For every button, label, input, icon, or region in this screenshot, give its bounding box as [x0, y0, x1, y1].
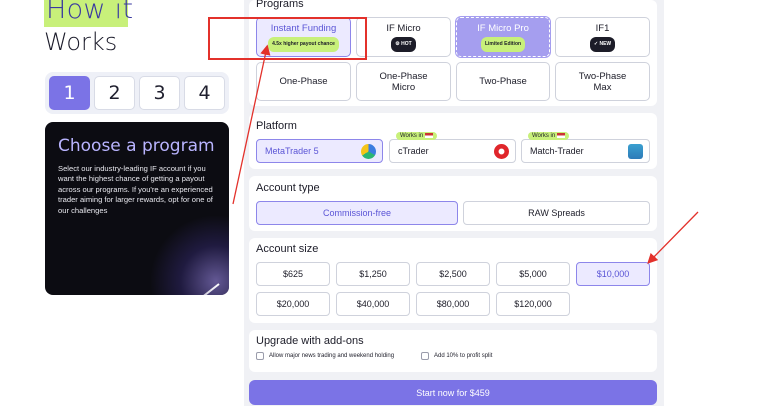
works-in-badge: Works in	[528, 132, 570, 141]
platform-label: MetaTrader 5	[265, 146, 319, 156]
platform-label: cTrader	[398, 146, 429, 156]
addon-label: Add 10% to profit split	[434, 353, 493, 359]
step-selector: 1 2 3 4	[45, 72, 229, 114]
platform-title: Platform	[256, 120, 297, 132]
account-size-80000[interactable]: $80,000	[416, 292, 490, 316]
step-2-button[interactable]: 2	[94, 76, 135, 110]
addon-news-trading[interactable]: Allow major news trading and weekend hol…	[256, 352, 394, 360]
program-pill: ⚙ HOT	[391, 36, 416, 52]
addon-label: Allow major news trading and weekend hol…	[269, 353, 395, 359]
account-size-5000[interactable]: $5,000	[496, 262, 570, 286]
account-size-20000[interactable]: $20,000	[256, 292, 330, 316]
account-size-title: Account size	[256, 243, 319, 255]
account-type-raw-spreads[interactable]: RAW Spreads	[463, 201, 650, 225]
program-pill: ✓ NEW	[589, 36, 616, 52]
heading-works: Works	[44, 28, 118, 56]
account-size-2500[interactable]: $2,500	[416, 262, 490, 286]
account-type-title: Account type	[256, 182, 320, 194]
checkbox-icon[interactable]	[256, 352, 264, 360]
addon-profit-split[interactable]: Add 10% to profit split	[421, 352, 492, 360]
account-size-10000[interactable]: $10,000	[576, 262, 650, 286]
programs-title: Programs	[256, 0, 304, 10]
program-label: One-Phase Micro	[379, 70, 428, 93]
program-label: One-Phase	[279, 76, 328, 87]
addons-section: Upgrade with add-ons	[249, 330, 657, 372]
step-3-button[interactable]: 3	[139, 76, 180, 110]
program-label: Two-Phase Max	[578, 70, 627, 93]
addons-title: Upgrade with add-ons	[256, 335, 364, 347]
program-if-micro[interactable]: IF Micro ⚙ HOT	[356, 17, 451, 57]
program-one-phase-micro[interactable]: One-Phase Micro	[356, 62, 451, 101]
us-flag-icon	[557, 133, 566, 138]
card-body: Select our industry-leading IF account i…	[58, 164, 213, 215]
works-in-badge: Works in	[396, 132, 438, 141]
platform-ctrader[interactable]: Works in cTrader	[389, 132, 516, 163]
program-one-phase[interactable]: One-Phase	[256, 62, 351, 101]
program-pill: Limited Edition	[480, 36, 526, 52]
us-flag-icon	[425, 133, 434, 138]
program-label: IF1	[595, 22, 610, 34]
program-label: IF Micro Pro	[477, 22, 529, 34]
metatrader-logo-icon	[361, 144, 376, 159]
account-type-commission-free[interactable]: Commission-free	[256, 201, 458, 225]
card-glow-decoration	[139, 215, 229, 295]
account-size-625[interactable]: $625	[256, 262, 330, 286]
step-4-button[interactable]: 4	[184, 76, 225, 110]
account-size-1250[interactable]: $1,250	[336, 262, 410, 286]
step-1-button[interactable]: 1	[49, 76, 90, 110]
ctrader-logo-icon	[494, 144, 509, 159]
platform-match-trader[interactable]: Works in Match-Trader	[521, 132, 650, 163]
program-if-micro-pro[interactable]: IF Micro Pro Limited Edition	[455, 16, 551, 58]
program-two-phase[interactable]: Two-Phase	[456, 62, 550, 101]
program-if1[interactable]: IF1 ✓ NEW	[555, 17, 650, 57]
checkbox-icon[interactable]	[421, 352, 429, 360]
account-size-40000[interactable]: $40,000	[336, 292, 410, 316]
heading-how-it: How it	[46, 0, 134, 25]
platform-metatrader5[interactable]: MetaTrader 5	[256, 139, 383, 163]
program-label: IF Micro	[386, 22, 421, 34]
platform-label: Match-Trader	[530, 146, 584, 156]
match-trader-logo-icon	[628, 144, 643, 159]
program-two-phase-max[interactable]: Two-Phase Max	[555, 62, 650, 101]
program-label: Two-Phase	[479, 76, 527, 87]
card-title: Choose a program	[58, 136, 215, 156]
step-description-card: Choose a program Select our industry-lea…	[45, 122, 229, 295]
start-now-button[interactable]: Start now for $459	[249, 380, 657, 405]
annotation-highlight-box	[208, 17, 367, 60]
account-size-120000[interactable]: $120,000	[496, 292, 570, 316]
